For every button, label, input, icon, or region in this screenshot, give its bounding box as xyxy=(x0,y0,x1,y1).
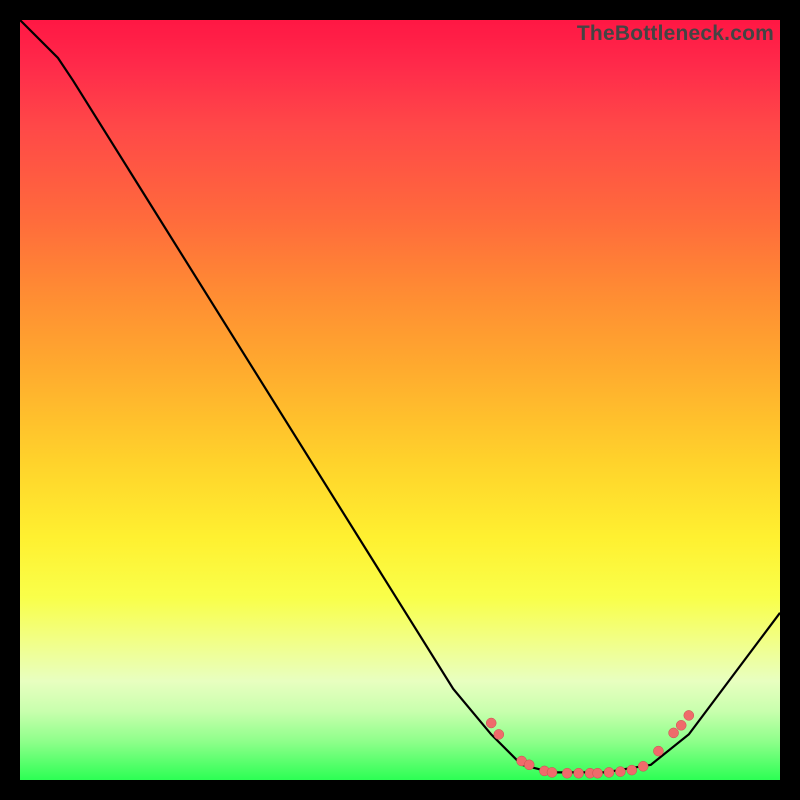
marker-dot xyxy=(676,720,686,730)
marker-dot xyxy=(604,767,614,777)
marker-dot xyxy=(574,768,584,778)
chart-frame: TheBottleneck.com xyxy=(0,0,800,800)
chart-svg xyxy=(20,20,780,780)
marker-dot xyxy=(593,768,603,778)
marker-dot xyxy=(524,760,534,770)
marker-dot xyxy=(547,767,557,777)
marker-dot xyxy=(669,728,679,738)
curve-path xyxy=(20,20,780,772)
plot-area: TheBottleneck.com xyxy=(20,20,780,780)
marker-dot xyxy=(638,761,648,771)
marker-dot xyxy=(562,768,572,778)
marker-dot xyxy=(494,729,504,739)
markers-group xyxy=(486,710,694,778)
marker-dot xyxy=(486,718,496,728)
marker-dot xyxy=(684,710,694,720)
marker-dot xyxy=(627,765,637,775)
marker-dot xyxy=(615,767,625,777)
marker-dot xyxy=(653,746,663,756)
